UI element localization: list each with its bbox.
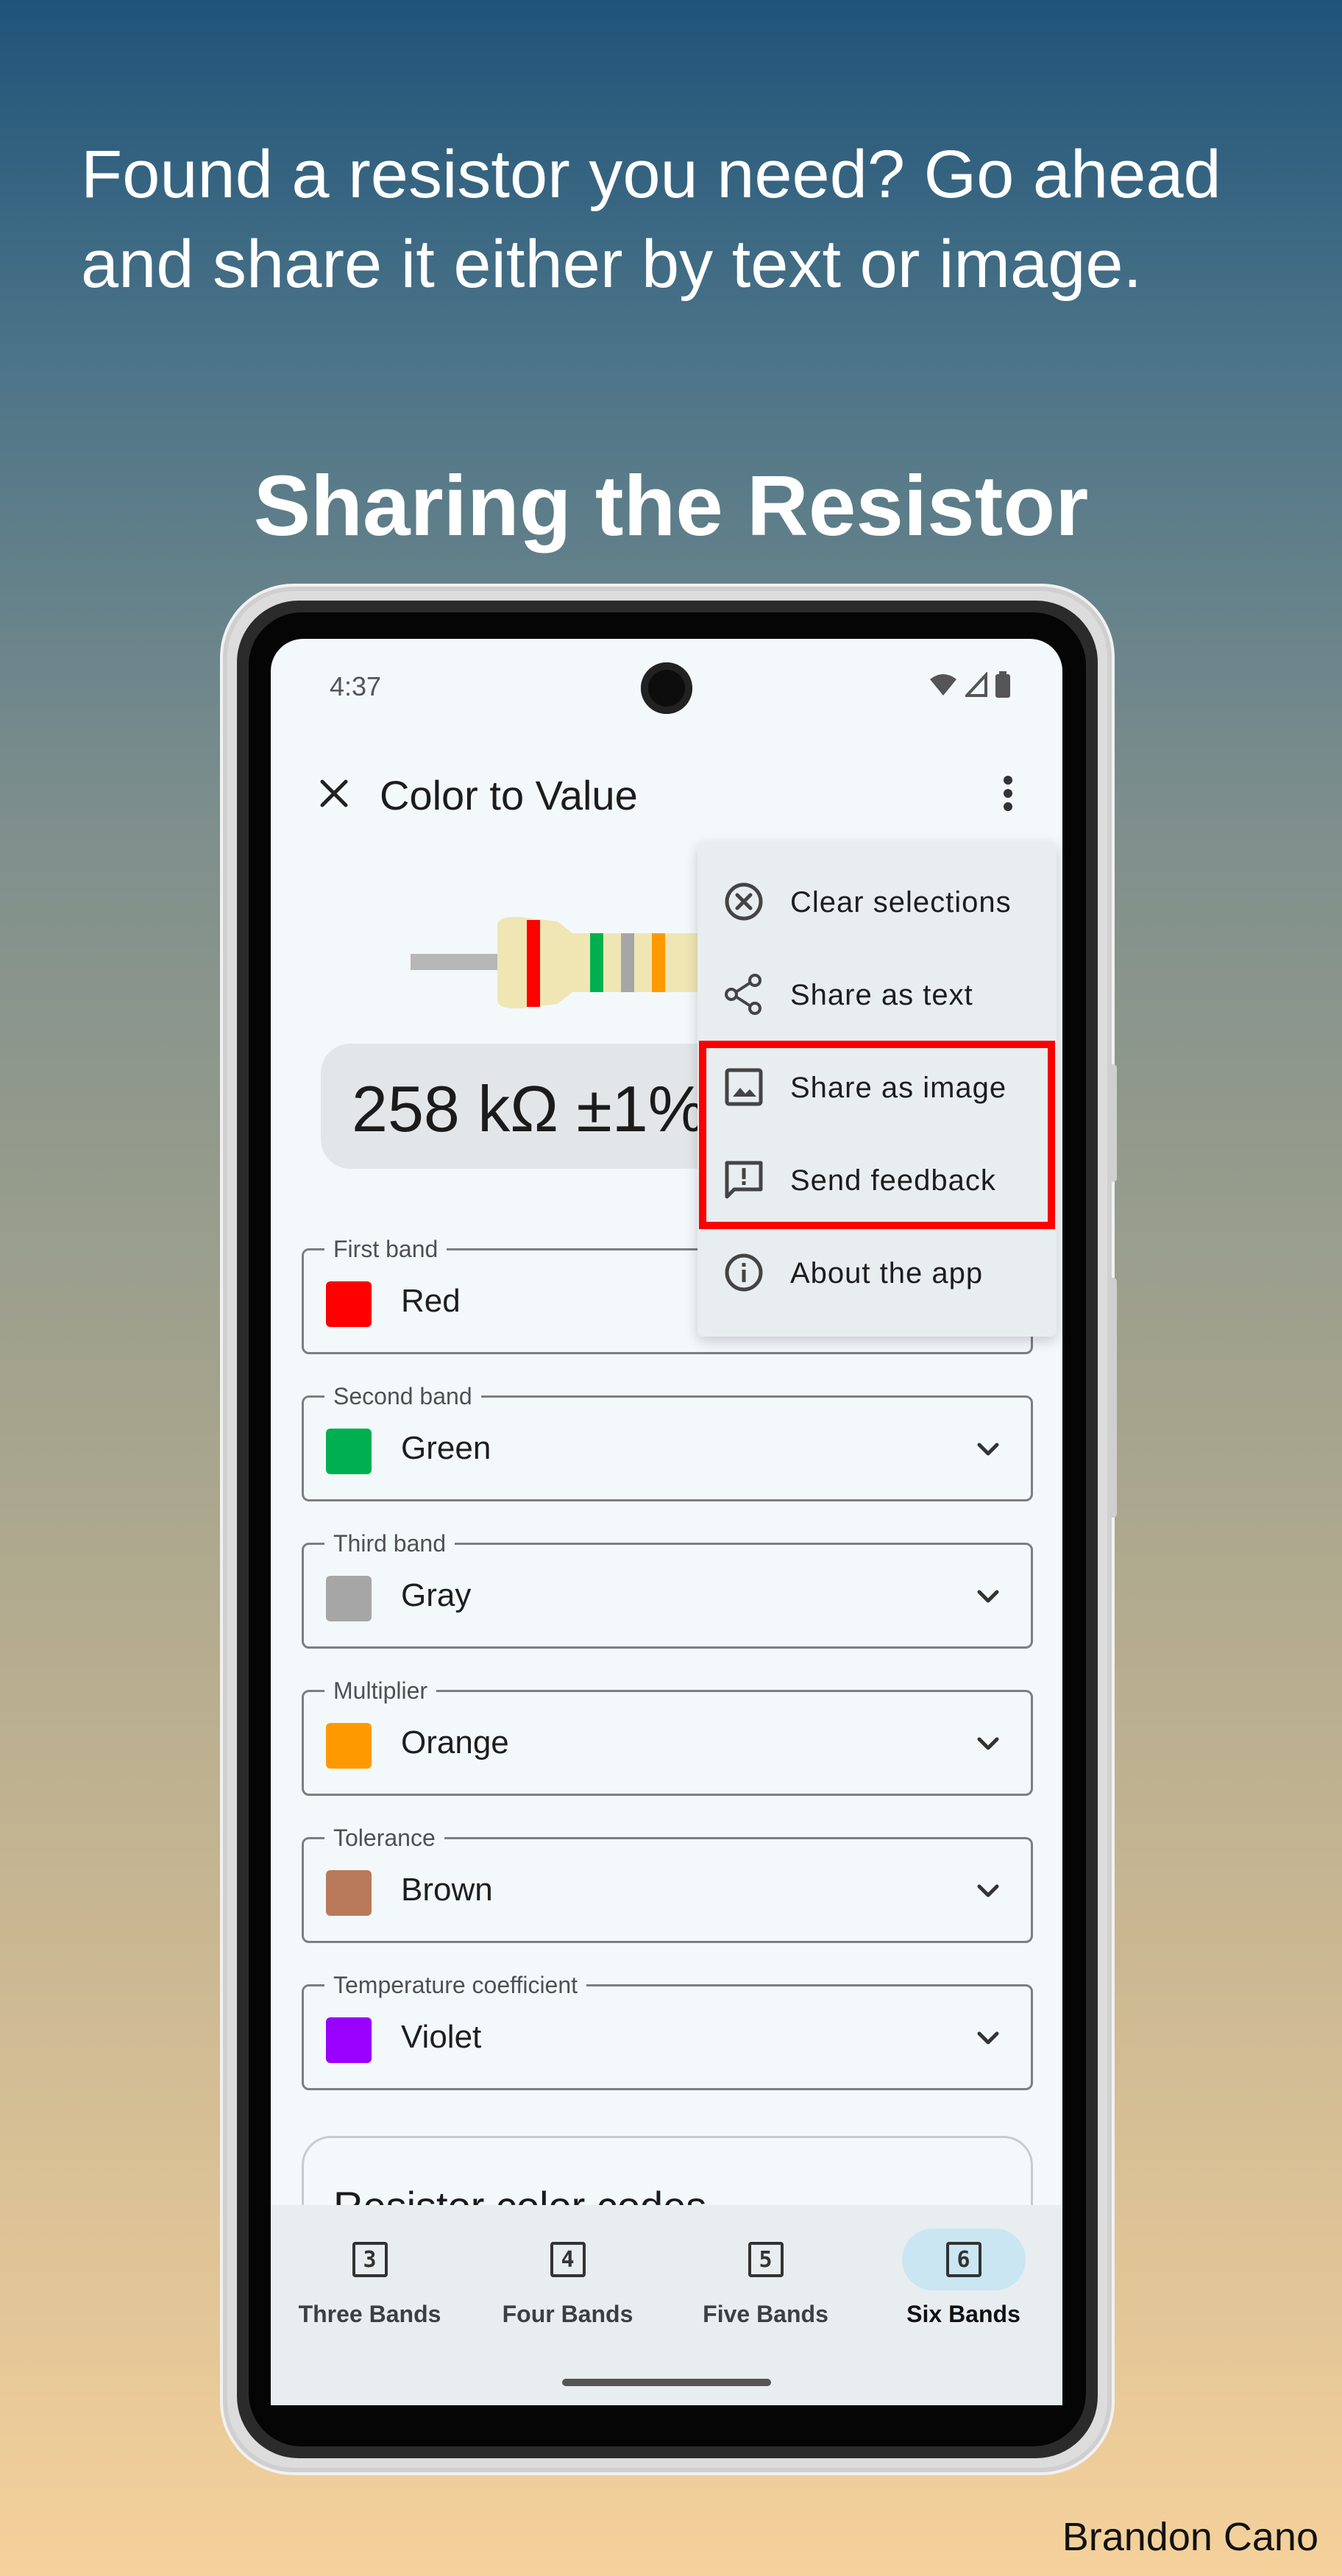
signal-icon: [965, 672, 987, 697]
highlight-box: [699, 1041, 1055, 1229]
color-swatch: [326, 1723, 372, 1769]
nav-label: Five Bands: [703, 2301, 828, 2327]
field-label: Multiplier: [324, 1677, 437, 1705]
front-camera: [641, 662, 692, 714]
third-band-dropdown[interactable]: Third band Gray: [302, 1530, 1033, 1649]
nav-label: Six Bands: [906, 2301, 1020, 2327]
nav-three-bands[interactable]: 3 Three Bands: [271, 2205, 469, 2352]
nav-label: Three Bands: [298, 2301, 441, 2327]
field-label: Tolerance: [324, 1825, 444, 1852]
bottom-navigation: 3 Three Bands 4 Four Bands 5 Five Bands …: [271, 2205, 1062, 2405]
field-value: Violet: [401, 2019, 482, 2055]
field-value: Orange: [401, 1724, 509, 1761]
field-label: Third band: [324, 1530, 455, 1557]
wifi-icon: [930, 674, 956, 696]
feature-title: Sharing the Resistor: [253, 458, 1089, 553]
promo-headline: Found a resistor you need? Go ahead and …: [81, 137, 1221, 302]
field-label: Temperature coefficient: [324, 1972, 587, 1999]
resistor-band-1: [527, 920, 540, 1007]
field-value: Brown: [401, 1872, 493, 1908]
app-title: Color to Value: [380, 772, 638, 818]
resistor-band-2: [590, 933, 603, 992]
overflow-menu-button[interactable]: [980, 765, 1036, 821]
cancel-circle-icon: [725, 882, 763, 921]
field-value: Green: [401, 1430, 491, 1466]
nav-label: Four Bands: [502, 2301, 633, 2327]
volume-button: [1110, 1064, 1117, 1182]
number-six-icon: 6: [945, 2242, 981, 2277]
status-bar: 4:37: [271, 639, 1062, 735]
field-value: Red: [401, 1283, 461, 1319]
info-icon: [725, 1253, 763, 1292]
temperature-coefficient-dropdown[interactable]: Temperature coefficient Violet: [302, 1972, 1033, 2090]
app-bar: Color to Value: [271, 749, 1062, 838]
resistor-band-4: [652, 933, 665, 992]
menu-item-label: About the app: [790, 1257, 984, 1289]
share-icon: [725, 974, 761, 1015]
chevron-down-icon: [977, 1884, 999, 1897]
number-five-icon: 5: [748, 2242, 784, 2277]
menu-item-share-as-text[interactable]: Share as text: [697, 948, 1057, 1041]
menu-item-about-the-app[interactable]: About the app: [697, 1226, 1057, 1319]
field-label: First band: [324, 1236, 447, 1263]
number-three-icon: 3: [352, 2242, 388, 2277]
field-label: Second band: [324, 1383, 481, 1410]
more-vert-icon: [1004, 776, 1012, 811]
color-swatch: [326, 2017, 372, 2063]
chevron-down-icon: [977, 1443, 999, 1456]
nav-five-bands[interactable]: 5 Five Bands: [667, 2205, 865, 2352]
battery-icon: [995, 671, 1010, 698]
second-band-dropdown[interactable]: Second band Green: [302, 1383, 1033, 1501]
field-value: Gray: [401, 1577, 472, 1613]
menu-item-label: Clear selections: [790, 886, 1012, 919]
resistance-value: 258 kΩ ±1%,: [352, 1072, 724, 1145]
multiplier-dropdown[interactable]: Multiplier Orange: [302, 1677, 1033, 1796]
power-button: [1110, 1278, 1117, 1518]
author-credit: Brandon Cano: [1062, 2515, 1318, 2559]
chevron-down-icon: [977, 2031, 999, 2045]
nav-four-bands[interactable]: 4 Four Bands: [469, 2205, 667, 2352]
menu-item-label: Share as text: [790, 979, 973, 1011]
close-button[interactable]: [306, 765, 362, 821]
status-icons: [929, 671, 1011, 698]
status-time: 4:37: [330, 671, 382, 701]
color-swatch: [326, 1576, 372, 1621]
nav-six-bands[interactable]: 6 Six Bands: [865, 2205, 1062, 2352]
chevron-down-icon: [977, 1737, 999, 1750]
chevron-down-icon: [977, 1590, 999, 1603]
resistor-band-3: [621, 933, 634, 992]
color-swatch: [326, 1870, 372, 1916]
home-indicator[interactable]: [562, 2379, 771, 2386]
tolerance-dropdown[interactable]: Tolerance Brown: [302, 1825, 1033, 1943]
close-icon: [320, 779, 348, 807]
color-swatch: [326, 1429, 372, 1474]
menu-item-clear-selections[interactable]: Clear selections: [697, 855, 1057, 948]
number-four-icon: 4: [550, 2242, 586, 2277]
color-swatch: [326, 1281, 372, 1327]
